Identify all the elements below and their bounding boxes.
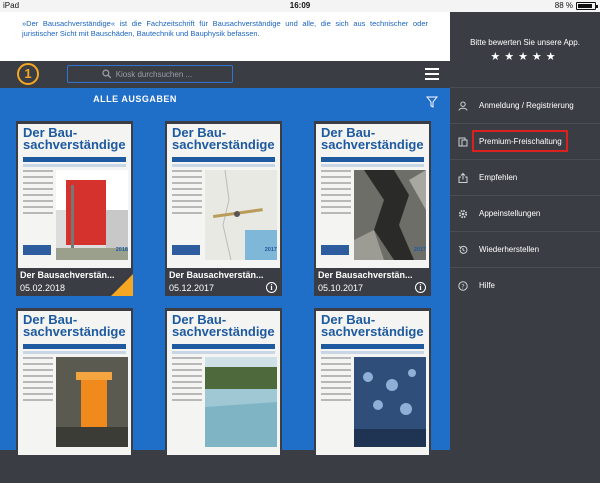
magazine-description: »Der Bausachverständige« ist die Fachzei… — [0, 12, 450, 61]
issue-cover[interactable]: Der Bau-sachverständige — [316, 311, 429, 455]
issue-date: 05.02.2018 — [20, 283, 66, 293]
menu-list: Anmeldung / Registrierung Premium-Freisc… — [450, 87, 600, 303]
menu-item-login[interactable]: Anmeldung / Registrierung — [450, 87, 600, 123]
clock: 16:09 — [289, 1, 311, 10]
issue-title: Der Bausachverstän... — [169, 270, 264, 280]
premium-icon — [458, 137, 468, 147]
cover-year: 2017 — [264, 247, 277, 253]
issue-card[interactable]: Der Bau-sachverständige 2017 Der Bausach… — [314, 121, 431, 296]
issue-card[interactable]: Der Bau-sachverständige — [16, 308, 133, 483]
menu-item-settings[interactable]: Appeinstellungen — [450, 195, 600, 231]
info-icon[interactable]: i — [266, 282, 277, 293]
search-input[interactable] — [115, 69, 232, 79]
publisher-logo — [23, 245, 51, 255]
issue-date: 05.10.2017 — [318, 283, 364, 293]
cover-masthead: Der Bau-sachverständige — [321, 312, 424, 339]
highlight-box — [472, 130, 568, 152]
battery-icon — [576, 1, 598, 10]
issue-cover[interactable]: Der Bau-sachverständige 2017 — [167, 124, 280, 268]
issue-card[interactable]: Der Bau-sachverständige 2018 Der Bausach… — [16, 121, 133, 296]
menu-item-help[interactable]: ? Hilfe — [450, 267, 600, 303]
cover-masthead: Der Bau-sachverständige — [23, 312, 126, 339]
issue-cover[interactable]: Der Bau-sachverständige — [167, 311, 280, 455]
app-logo[interactable]: 1 — [17, 63, 39, 85]
issue-card[interactable]: Der Bau-sachverständige — [314, 308, 431, 483]
menu-item-restore[interactable]: Wiederherstellen — [450, 231, 600, 267]
issue-cover[interactable]: Der Bau-sachverständige 2018 — [18, 124, 131, 268]
side-menu: Bitte bewerten Sie unsere App. ★★★★★ Anm… — [450, 12, 600, 450]
issue-card[interactable]: Der Bau-sachverständige 2017 Der Bausach… — [165, 121, 282, 296]
publisher-logo — [321, 245, 349, 255]
issue-cover[interactable]: Der Bau-sachverständige — [18, 311, 131, 455]
battery-status: 88 % — [554, 1, 598, 10]
menu-icon[interactable] — [425, 68, 439, 80]
gear-icon — [458, 209, 468, 219]
share-icon — [458, 173, 468, 183]
main-panel: »Der Bausachverständige« ist die Fachzei… — [0, 12, 450, 483]
cover-photo — [56, 357, 128, 447]
menu-item-label: Wiederherstellen — [479, 245, 540, 254]
info-icon[interactable]: i — [415, 282, 426, 293]
cover-year: 2017 — [413, 247, 426, 253]
issue-card[interactable]: Der Bau-sachverständige — [165, 308, 282, 483]
help-icon: ? — [458, 281, 468, 291]
filter-icon[interactable] — [426, 96, 438, 108]
cover-photo — [205, 357, 277, 447]
restore-icon — [458, 245, 468, 254]
search-icon — [102, 69, 112, 79]
battery-percent: 88 % — [554, 1, 573, 10]
cover-masthead: Der Bau-sachverständige — [172, 125, 275, 152]
status-bar: iPad 16:09 88 % — [0, 0, 600, 12]
download-corner-icon[interactable] — [111, 274, 133, 296]
search-box[interactable] — [67, 65, 233, 83]
rating-stars[interactable]: ★★★★★ — [450, 50, 600, 63]
menu-item-label: Appeinstellungen — [479, 209, 541, 218]
svg-text:?: ? — [461, 282, 464, 290]
menu-item-label: Anmeldung / Registrierung — [479, 101, 574, 110]
cover-masthead: Der Bau-sachverständige — [23, 125, 126, 152]
section-title: ALLE AUSGABEN — [93, 94, 177, 104]
issue-cover[interactable]: Der Bau-sachverständige 2017 — [316, 124, 429, 268]
menu-item-premium[interactable]: Premium-Freischaltung — [450, 123, 600, 159]
cover-masthead: Der Bau-sachverständige — [321, 125, 424, 152]
issue-date: 05.12.2017 — [169, 283, 215, 293]
user-icon — [458, 101, 468, 111]
cover-masthead: Der Bau-sachverständige — [172, 312, 275, 339]
menu-item-label: Hilfe — [479, 281, 496, 290]
cover-photo — [354, 357, 426, 447]
cover-year: 2018 — [115, 247, 128, 253]
top-bar: 1 — [0, 61, 450, 88]
rate-app-text: Bitte bewerten Sie unsere App. — [470, 38, 580, 47]
issue-title: Der Bausachverstän... — [318, 270, 413, 280]
publisher-logo — [172, 245, 200, 255]
menu-item-recommend[interactable]: Empfehlen — [450, 159, 600, 195]
menu-item-label: Empfehlen — [479, 173, 518, 182]
